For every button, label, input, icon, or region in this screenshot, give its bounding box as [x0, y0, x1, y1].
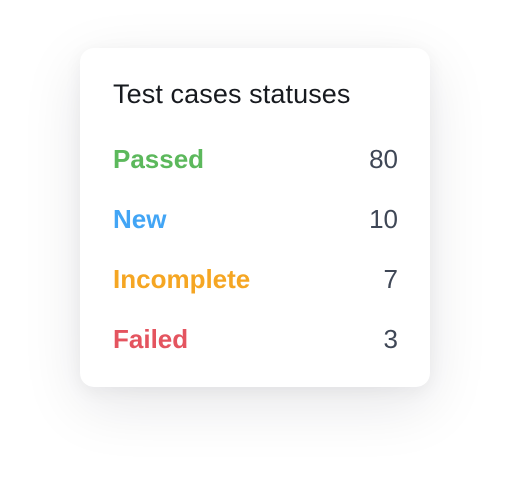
status-row-passed: Passed 80: [113, 129, 398, 189]
status-count-incomplete: 7: [383, 264, 398, 294]
status-label-new: New: [113, 204, 167, 234]
status-count-failed: 3: [383, 324, 398, 354]
status-label-passed: Passed: [113, 144, 205, 174]
status-label-failed: Failed: [113, 324, 189, 354]
status-list: Passed 80 New 10 Incomplete 7 Failed 3: [113, 129, 398, 369]
status-row-failed: Failed 3: [113, 309, 398, 369]
status-count-new: 10: [369, 204, 398, 234]
test-case-statuses-card: Test cases statuses Passed 80 New 10 Inc…: [80, 48, 430, 387]
card-title: Test cases statuses: [113, 79, 351, 109]
status-row-incomplete: Incomplete 7: [113, 249, 398, 309]
status-row-new: New 10: [113, 189, 398, 249]
page-stage: Test cases statuses Passed 80 New 10 Inc…: [0, 0, 510, 500]
status-label-incomplete: Incomplete: [113, 264, 251, 294]
status-count-passed: 80: [369, 144, 398, 174]
